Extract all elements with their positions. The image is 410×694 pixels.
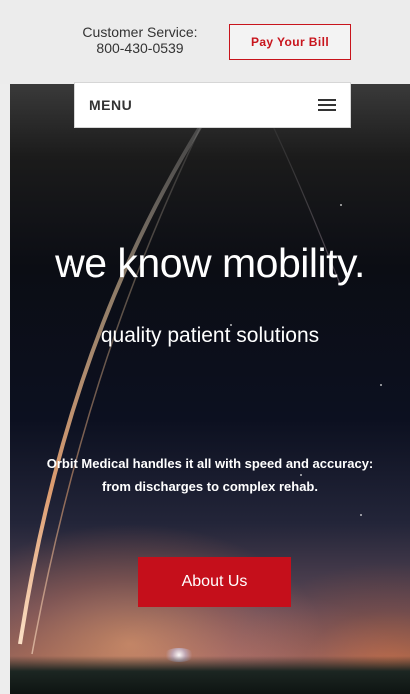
star xyxy=(360,514,362,516)
hero-description-line: from discharges to complex rehab. xyxy=(101,479,318,494)
about-us-button[interactable]: About Us xyxy=(138,557,291,607)
star xyxy=(380,384,382,386)
hero-subheadline: quality patient solutions xyxy=(100,324,320,347)
menu-label: MENU xyxy=(89,97,133,113)
page: Customer Service: 800-430-0539 Pay Your … xyxy=(0,0,410,694)
hero-description: Orbit Medical handles it all with speed … xyxy=(10,452,410,498)
star xyxy=(340,204,342,206)
menu-toggle[interactable]: MENU xyxy=(74,82,351,128)
treeline xyxy=(10,656,410,694)
hero-headline: we know mobility. xyxy=(55,240,365,286)
pay-bill-button[interactable]: Pay Your Bill xyxy=(229,24,351,60)
customer-service: Customer Service: 800-430-0539 xyxy=(66,24,214,56)
hero-description-line: Orbit Medical handles it all with speed … xyxy=(46,456,374,471)
customer-service-label: Customer Service: xyxy=(82,24,198,40)
utility-bar: Customer Service: 800-430-0539 Pay Your … xyxy=(0,0,410,84)
hamburger-icon xyxy=(318,99,336,111)
customer-service-phone[interactable]: 800-430-0539 xyxy=(66,40,214,56)
